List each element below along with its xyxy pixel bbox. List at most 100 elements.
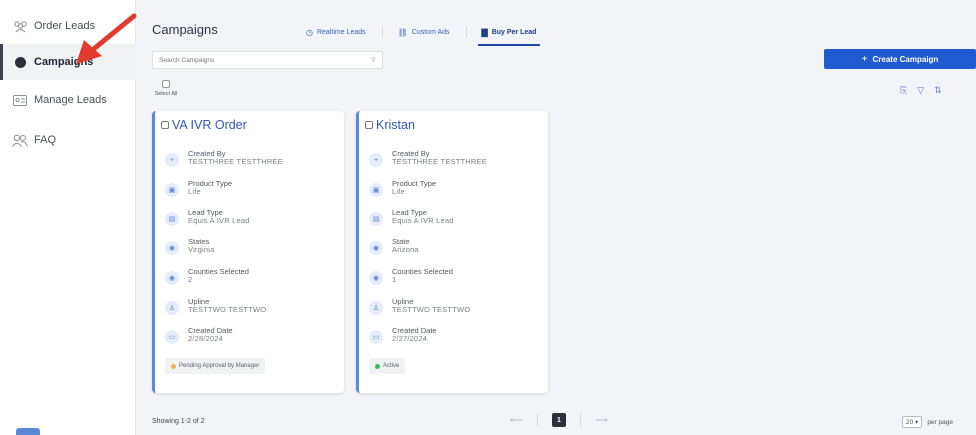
id-card-icon: [12, 92, 28, 108]
tab-label: Realtime Leads: [316, 28, 366, 36]
search-input[interactable]: [159, 56, 339, 64]
id-card-icon: ▤: [369, 212, 383, 226]
create-campaign-button[interactable]: + Create Campaign: [824, 49, 976, 69]
search-campaigns: ⚲: [152, 51, 383, 69]
field-value: 2: [188, 275, 193, 285]
annotation-arrow-icon: [76, 13, 137, 64]
field-lead-type: ▤ Lead Type Equis A IVR Lead: [165, 208, 250, 235]
app-root: Order Leads Campaigns Manage Leads FAQ C…: [0, 0, 976, 435]
next-page-arrow-icon[interactable]: ⟶: [595, 415, 608, 426]
sidebar-toggle-button[interactable]: [16, 428, 40, 435]
card-checkbox[interactable]: [365, 121, 373, 129]
divider: [536, 413, 538, 427]
users-icon: [12, 132, 28, 148]
create-campaign-label: Create Campaign: [872, 54, 939, 64]
select-all-label: Select All: [154, 91, 178, 97]
field-label: Counties Selected: [188, 267, 249, 276]
plus-icon: +: [165, 153, 179, 167]
field-counties-selected: ◉ Counties Selected 1: [369, 267, 453, 294]
field-value: 1: [392, 275, 397, 285]
field-value: Arizona: [392, 245, 419, 255]
campaign-tabs: ◷ Realtime Leads ⛓ Custom Ads ▇ Buy Per …: [290, 22, 553, 46]
field-created-date: ▭ Created Date 2/28/2024: [165, 326, 233, 353]
status-badge: Pending Approval by Manager: [165, 358, 266, 374]
per-page-control: 20 ▾ per page: [902, 416, 953, 428]
location-icon: ◉: [369, 271, 383, 285]
field-label: Counties Selected: [392, 267, 453, 276]
field-upline: ♙ Upline TESTTWO TESTTWO: [369, 297, 471, 324]
card-title[interactable]: VA IVR Order: [161, 118, 247, 132]
calendar-icon: ▭: [165, 330, 179, 344]
field-value: 2/28/2024: [188, 334, 224, 344]
sidebar-item-faq[interactable]: FAQ: [0, 122, 136, 158]
location-icon: ◉: [369, 241, 383, 255]
field-created-by: + Created By TESTTHREE TESTTHREE: [165, 149, 283, 176]
card-title-text: VA IVR Order: [172, 118, 247, 132]
sidebar-item-manage-leads[interactable]: Manage Leads: [0, 82, 136, 118]
status-label: Pending Approval by Manager: [179, 363, 260, 369]
tab-realtime-leads[interactable]: ◷ Realtime Leads: [290, 23, 382, 41]
field-created-by: + Created By TESTTHREE TESTTHREE: [369, 149, 487, 176]
card-title-text: Kristan: [376, 118, 415, 132]
car-icon: ▣: [165, 183, 179, 197]
prev-page-arrow-icon[interactable]: ⟵: [510, 415, 523, 426]
status-badge: Active: [369, 358, 406, 374]
car-icon: ▣: [369, 183, 383, 197]
sort-icon[interactable]: ⇅: [934, 85, 942, 96]
calendar-icon: ▭: [369, 330, 383, 344]
sidebar-item-label: Manage Leads: [34, 94, 107, 106]
page-title: Campaigns: [152, 22, 218, 37]
field-value: Life: [392, 187, 405, 197]
tab-buy-per-lead[interactable]: ▇ Buy Per Lead: [465, 23, 553, 46]
per-page-label: per page: [927, 418, 953, 426]
pagination: ⟵ 1 ⟶: [510, 413, 608, 427]
select-all: Select All: [152, 80, 180, 97]
status-dot-icon: [375, 363, 380, 369]
field-product-type: ▣ Product Type Life: [165, 179, 232, 206]
field-lead-type: ▤ Lead Type Equis A IVR Lead: [369, 208, 454, 235]
field-value: 2/27/2024: [392, 334, 428, 344]
filter-icon[interactable]: ▽: [917, 85, 924, 96]
user-icon: ♙: [369, 301, 383, 315]
sidebar-item-label: FAQ: [34, 134, 57, 146]
campaign-icon: [12, 54, 28, 70]
plus-icon: +: [861, 53, 868, 65]
field-value: Equis A IVR Lead: [188, 216, 250, 226]
divider: [579, 413, 581, 427]
field-value: TESTTHREE TESTTHREE: [188, 157, 283, 167]
people-icon: [12, 18, 28, 34]
field-value: Equis A IVR Lead: [392, 216, 454, 226]
export-icon[interactable]: ⎘: [900, 85, 907, 96]
field-states: ◉ States Virginia: [165, 237, 214, 264]
tab-custom-ads[interactable]: ⛓ Custom Ads: [381, 23, 466, 41]
chevron-down-icon: ▾: [915, 419, 919, 426]
user-icon: ♙: [165, 301, 179, 315]
campaign-card[interactable]: Kristan + Created By TESTTHREE TESTTHREE …: [356, 111, 548, 393]
page-button[interactable]: 1: [551, 413, 566, 427]
showing-count: Showing 1-2 of 2: [152, 418, 205, 425]
clock-icon: ◷: [306, 27, 313, 37]
location-icon: ◉: [165, 271, 179, 285]
field-product-type: ▣ Product Type Life: [369, 179, 436, 206]
field-value: TESTTWO TESTTWO: [392, 305, 471, 315]
field-created-date: ▭ Created Date 2/27/2024: [369, 326, 437, 353]
per-page-select[interactable]: 20 ▾: [902, 416, 923, 428]
field-counties-selected: ◉ Counties Selected 2: [165, 267, 249, 294]
tab-label: Buy Per Lead: [491, 28, 537, 36]
search-icon[interactable]: ⚲: [371, 56, 376, 64]
field-value: TESTTWO TESTTWO: [188, 305, 267, 315]
select-all-checkbox[interactable]: [162, 80, 170, 88]
view-controls: ⎘ ▽ ⇅: [900, 85, 942, 96]
campaign-card[interactable]: VA IVR Order + Created By TESTTHREE TESTT…: [152, 111, 344, 393]
card-checkbox[interactable]: [161, 121, 169, 129]
status-label: Active: [383, 363, 400, 369]
plus-icon: +: [369, 153, 383, 167]
id-card-icon: ▤: [165, 212, 179, 226]
square-icon: ▇: [481, 27, 488, 37]
field-value: Life: [188, 187, 201, 197]
field-upline: ♙ Upline TESTTWO TESTTWO: [165, 297, 267, 324]
link-icon: ⛓: [397, 27, 408, 37]
card-title[interactable]: Kristan: [365, 118, 415, 132]
status-dot-icon: [171, 363, 176, 369]
field-state: ◉ State Arizona: [369, 237, 419, 264]
